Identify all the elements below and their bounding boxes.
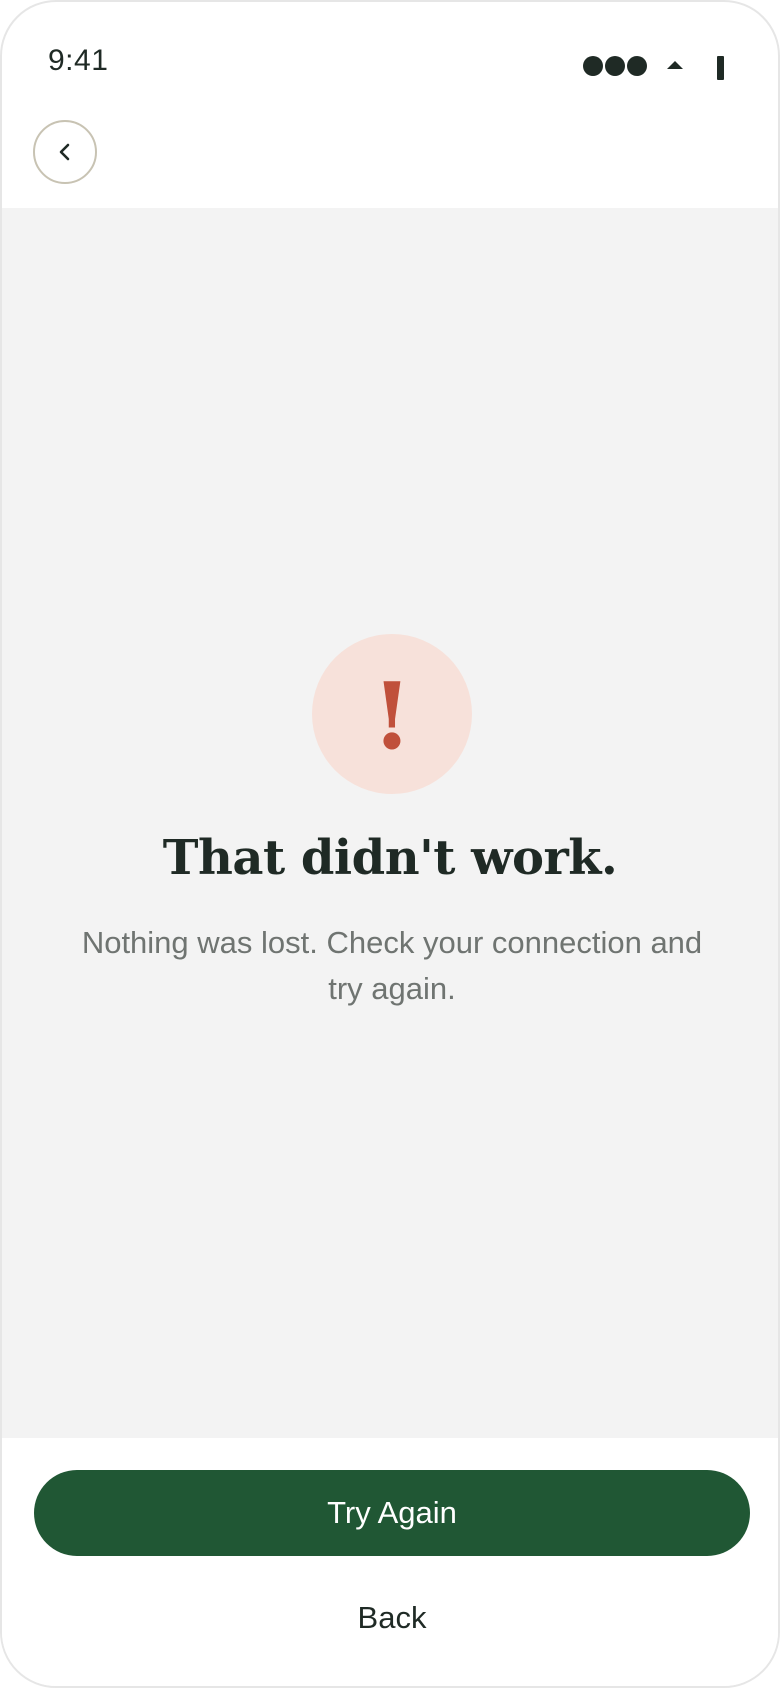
wifi-icon	[667, 61, 683, 69]
status-bar: 9:41	[2, 2, 778, 112]
exclamation-icon: !	[371, 662, 413, 770]
header	[2, 112, 778, 206]
try-again-button[interactable]: Try Again	[34, 1470, 750, 1556]
status-time: 9:41	[48, 44, 109, 77]
header-back-button[interactable]	[33, 120, 97, 184]
phone-frame: 9:41 ! That didn't work. Nothing was los…	[0, 0, 780, 1688]
error-content: ! That didn't work. Nothing was lost. Ch…	[2, 208, 778, 1438]
status-icons	[583, 52, 724, 80]
error-badge: !	[312, 634, 472, 794]
error-title: That didn't work.	[162, 830, 618, 886]
error-message: Nothing was lost. Check your connection …	[81, 925, 703, 1006]
battery-icon	[717, 56, 724, 80]
signal-icon	[583, 56, 647, 76]
back-button[interactable]: Back	[292, 1590, 492, 1646]
chevron-left-icon	[59, 143, 70, 161]
footer: Try Again Back	[2, 1438, 778, 1686]
